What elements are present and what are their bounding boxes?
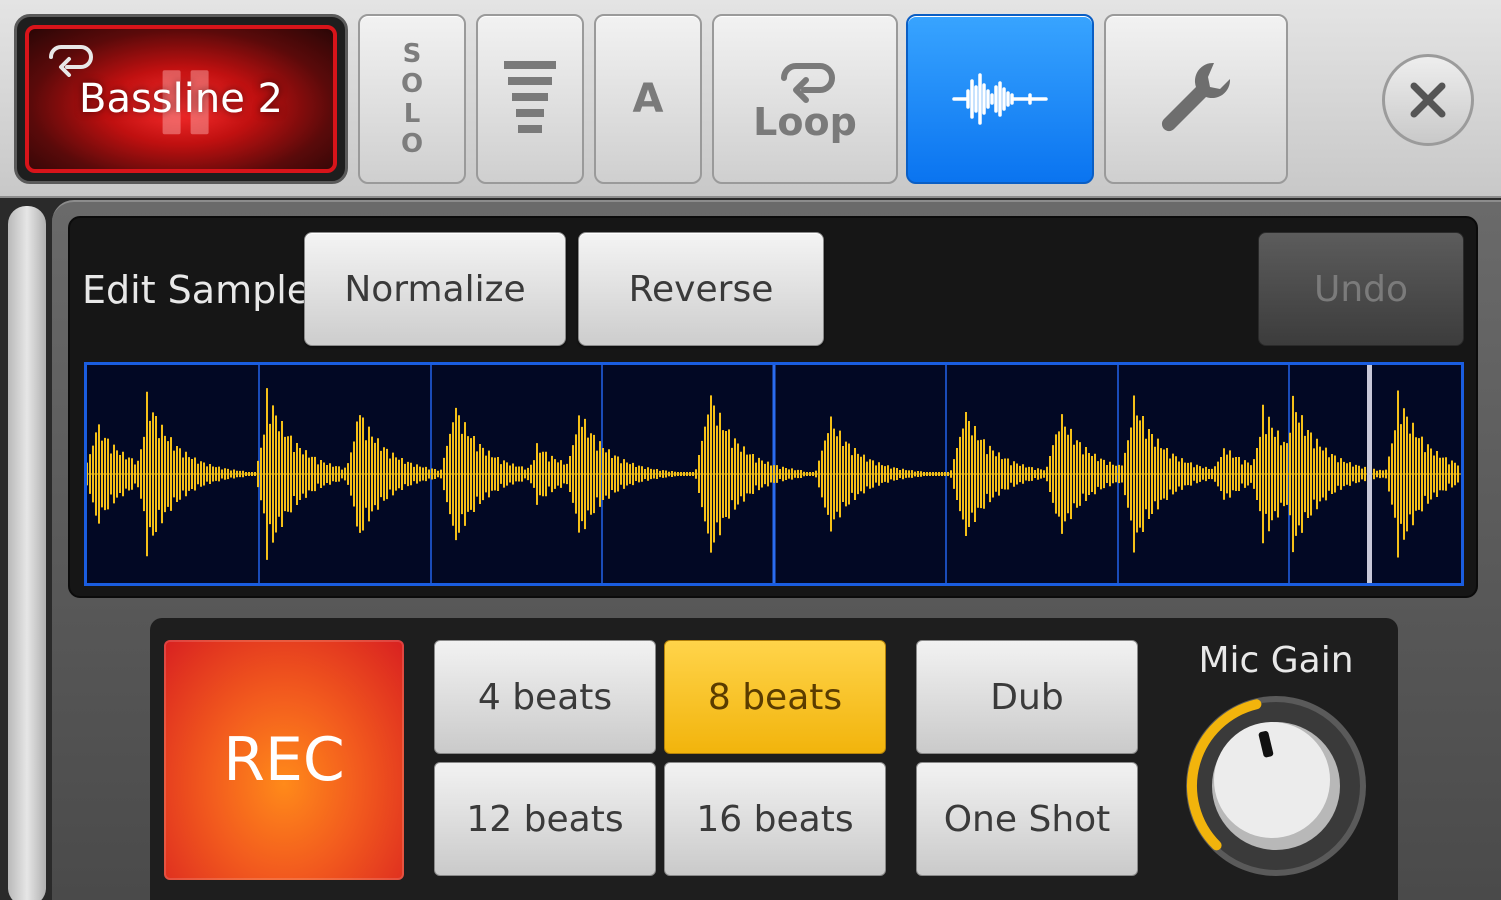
one-shot-label: One Shot [943,798,1111,840]
waveform-display[interactable] [84,362,1464,586]
settings-button[interactable] [1104,14,1288,184]
track-name: Bassline 2 [79,76,283,122]
solo-label: S O L O [401,39,423,159]
close-icon [1410,82,1446,118]
waveform-graphic [87,365,1461,583]
beats-label: 12 beats [466,798,624,840]
top-toolbar: Bassline 2 S O L O A Loop [0,0,1501,198]
loop-button[interactable]: Loop [712,14,898,184]
beats-label: 4 beats [477,676,613,718]
solo-letter: L [403,99,421,129]
beats-4-button[interactable]: 4 beats [434,640,656,754]
solo-button[interactable]: S O L O [358,14,466,184]
dub-button[interactable]: Dub [916,640,1138,754]
beats-8-button[interactable]: 8 beats [664,640,886,754]
one-shot-button[interactable]: One Shot [916,762,1138,876]
a-button[interactable]: A [594,14,702,184]
undo-button[interactable]: Undo [1258,232,1464,346]
beats-12-button[interactable]: 12 beats [434,762,656,876]
equalizer-icon [504,61,556,133]
waveform-button[interactable] [906,14,1094,184]
loop-icon [49,45,93,77]
reverse-label: Reverse [628,268,774,310]
solo-letter: S [402,39,422,69]
undo-label: Undo [1313,268,1409,310]
wrench-icon [1161,62,1231,132]
equalizer-button[interactable] [476,14,584,184]
beats-16-button[interactable]: 16 beats [664,762,886,876]
close-button[interactable] [1382,54,1474,146]
dub-label: Dub [990,676,1064,718]
track-button-face: Bassline 2 [25,25,337,173]
edit-sample-label: Edit Sample [82,268,311,312]
beats-label: 8 beats [707,676,843,718]
solo-letter: O [400,129,424,159]
scroll-rail[interactable] [8,206,46,900]
normalize-button[interactable]: Normalize [304,232,566,346]
playhead[interactable] [1367,365,1372,583]
a-label: A [632,76,664,122]
mic-gain-label: Mic Gain [1198,640,1354,681]
solo-letter: O [400,69,424,99]
beats-label: 16 beats [696,798,854,840]
mic-gain-knob[interactable] [1182,692,1370,880]
reverse-button[interactable]: Reverse [578,232,824,346]
loop-label: Loop [753,100,857,144]
normalize-label: Normalize [344,268,526,310]
record-label: REC [223,725,345,795]
track-button[interactable]: Bassline 2 [14,14,348,184]
record-button[interactable]: REC [164,640,404,880]
waveform-icon [952,73,1048,125]
loop-icon [781,63,835,103]
